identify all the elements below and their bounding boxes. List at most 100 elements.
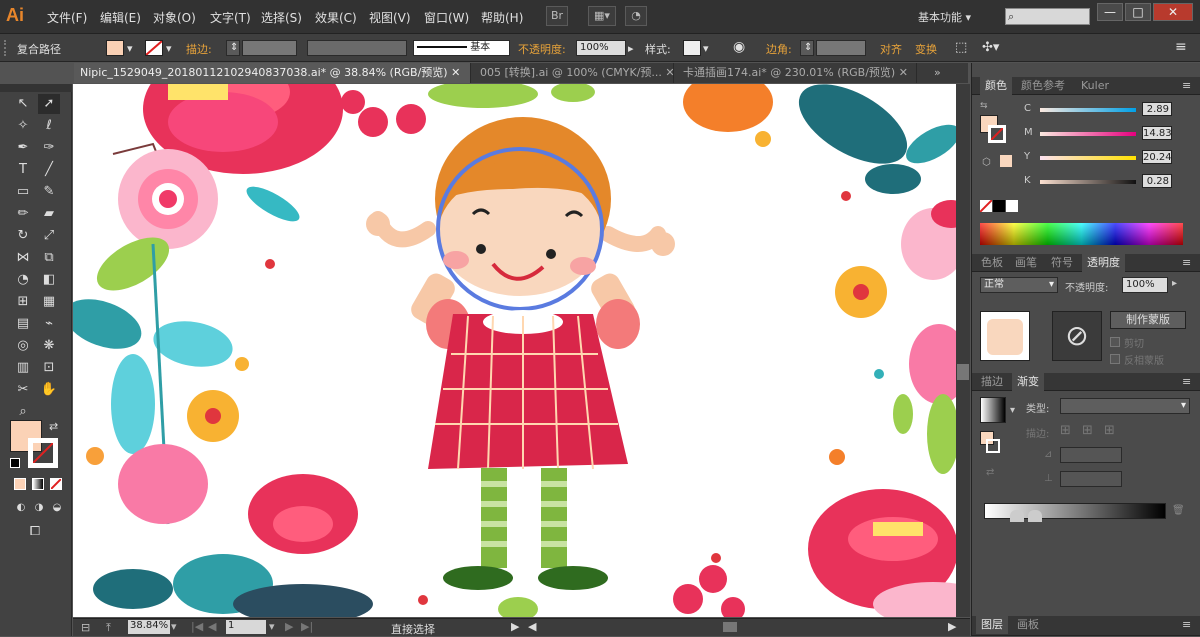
scroll-left-icon[interactable]: ◀ [528, 620, 536, 633]
menu-select[interactable]: 选择(S) [261, 9, 302, 26]
pen-tool-icon[interactable]: ✒ [12, 138, 34, 158]
artboard-canvas[interactable] [73, 84, 956, 617]
gradient-stroke-swatch[interactable] [986, 439, 1000, 453]
menu-type[interactable]: 文字(T) [210, 9, 251, 26]
next-artboard-icon[interactable]: ▶ [285, 620, 293, 633]
gradient-mode-icon[interactable] [32, 478, 44, 490]
default-colors-icon[interactable] [10, 458, 20, 468]
gradient-stop[interactable] [1028, 510, 1042, 522]
graphic-style-swatch[interactable] [683, 40, 701, 56]
swap-icon[interactable]: ⇆ [980, 101, 988, 111]
close-tab-icon[interactable]: ✕ [665, 66, 673, 79]
swap-colors-icon[interactable]: ⇄ [49, 420, 58, 433]
tab-layers[interactable]: 图层 [976, 616, 1008, 634]
menu-edit[interactable]: 编辑(E) [100, 9, 141, 26]
draw-inside-icon[interactable]: ◒ [46, 498, 68, 518]
gradient-angle-input[interactable] [1060, 447, 1122, 463]
transparency-opacity-input[interactable]: 100% [1122, 277, 1168, 293]
cyan-value-input[interactable]: 2.89 [1142, 102, 1172, 116]
close-tab-icon[interactable]: ✕ [899, 66, 908, 79]
yellow-value-input[interactable]: 20.24 [1142, 150, 1172, 164]
tab-stroke[interactable]: 描边 [976, 373, 1008, 391]
hscroll-thumb[interactable] [723, 622, 737, 632]
panel-menu-icon[interactable]: ≡ [1177, 616, 1196, 634]
screen-mode-icon[interactable]: ⧠ [24, 522, 46, 542]
recolor-icon[interactable]: ◉ [733, 39, 745, 55]
reverse-gradient-icon[interactable]: ⇄ [986, 467, 994, 478]
scrollbar-thumb[interactable] [957, 364, 969, 380]
eraser-tool-icon[interactable]: ▰ [38, 204, 60, 224]
status-menu-icon[interactable]: ▶ [511, 620, 519, 633]
selection-tool-icon[interactable]: ↖ [12, 94, 34, 114]
tab-artboards[interactable]: 画板 [1012, 616, 1044, 634]
mesh-tool-icon[interactable]: ▦ [38, 292, 60, 312]
slice-tool-icon[interactable]: ✂ [12, 380, 34, 400]
menu-file[interactable]: 文件(F) [47, 9, 87, 26]
black-slider[interactable] [1040, 180, 1136, 184]
chevron-down-icon[interactable]: ▾ [1010, 405, 1015, 416]
opacity-label[interactable]: 不透明度: [518, 41, 566, 57]
transform-link[interactable]: 变换 [915, 41, 937, 57]
variable-width-select[interactable] [307, 40, 407, 56]
invert-mask-checkbox[interactable] [1110, 354, 1120, 364]
artboard-input[interactable]: 1 [226, 620, 266, 634]
last-artboard-icon[interactable]: ▶| [301, 620, 313, 633]
align-link[interactable]: 对齐 [880, 41, 902, 57]
corner-stepper[interactable]: ⇕ [800, 40, 814, 56]
isolate-icon[interactable]: ⬚ [955, 40, 967, 55]
menu-help[interactable]: 帮助(H) [481, 9, 523, 26]
mask-placeholder-icon[interactable]: ⊘ [1052, 311, 1102, 361]
stroke-weight-stepper[interactable]: ⇕ [226, 40, 240, 56]
perspective-grid-tool-icon[interactable]: ⊞ [12, 292, 34, 312]
rectangle-tool-icon[interactable]: ▭ [12, 182, 34, 202]
chevron-down-icon[interactable]: ▾ [166, 42, 172, 55]
gradient-stop[interactable] [1010, 510, 1024, 522]
menu-window[interactable]: 窗口(W) [424, 9, 469, 26]
brush-style-select[interactable]: 基本 [413, 40, 510, 56]
color-mode-icon[interactable] [14, 478, 26, 490]
stroke-color-box[interactable] [28, 438, 58, 468]
gpu-performance-icon[interactable]: ◔ [625, 6, 647, 26]
curvature-tool-icon[interactable]: ✑ [38, 138, 60, 158]
direct-selection-tool-icon[interactable]: ➚ [38, 94, 60, 114]
corner-label[interactable]: 边角: [766, 41, 792, 57]
close-button[interactable]: ✕ [1153, 3, 1193, 21]
object-thumbnail[interactable] [980, 311, 1030, 361]
gradient-aspect-input[interactable] [1060, 471, 1122, 487]
line-tool-icon[interactable]: ╱ [38, 160, 60, 180]
color-stroke-swatch[interactable] [988, 125, 1006, 143]
chevron-down-icon[interactable]: ▾ [171, 620, 177, 633]
panel-menu-icon[interactable]: ≡ [1177, 254, 1196, 272]
tab-overflow-icon[interactable]: » [934, 66, 941, 79]
tab-gradient[interactable]: 渐变 [1012, 373, 1044, 391]
corner-input[interactable] [816, 40, 866, 56]
tab-color[interactable]: 颜色 [980, 77, 1012, 95]
doc-tab-active[interactable]: Nipic_1529049_20180112102940837038.ai* @… [74, 63, 471, 83]
lasso-tool-icon[interactable]: ℓ [38, 116, 60, 136]
gradient-preview[interactable] [980, 397, 1006, 423]
rotate-tool-icon[interactable]: ↻ [12, 226, 34, 246]
yellow-slider[interactable] [1040, 156, 1136, 160]
white-swatch[interactable] [1006, 200, 1018, 212]
first-artboard-icon[interactable]: |◀ [191, 620, 203, 633]
stroke-along-icon[interactable]: ⊞ [1082, 423, 1093, 438]
chevron-down-icon[interactable]: ▾ [127, 42, 133, 55]
type-tool-icon[interactable]: T [12, 160, 34, 180]
menu-effect[interactable]: 效果(C) [315, 9, 357, 26]
none-swatch[interactable] [979, 199, 993, 213]
chevron-down-icon[interactable]: ▾ [703, 42, 709, 55]
workspace-switcher[interactable]: 基本功能 ▾ [918, 9, 971, 25]
arrange-documents-icon[interactable]: ▦▾ [588, 6, 616, 26]
vertical-scrollbar[interactable] [956, 84, 970, 617]
tab-swatches[interactable]: 色板 [976, 254, 1008, 272]
panel-menu-icon[interactable]: ≡ [1177, 373, 1196, 391]
color-spectrum[interactable] [980, 223, 1183, 245]
chevron-right-icon[interactable]: ▸ [1172, 278, 1177, 289]
fill-swatch[interactable] [106, 40, 124, 56]
pencil-tool-icon[interactable]: ✏ [12, 204, 34, 224]
close-tab-icon[interactable]: ✕ [451, 66, 460, 79]
upload-icon[interactable]: ⤒ [106, 621, 111, 635]
artboard-tool-icon[interactable]: ⊡ [38, 358, 60, 378]
artboard-nav-icon[interactable]: ⊟ [81, 621, 90, 634]
toolbar-grip[interactable] [0, 84, 72, 92]
